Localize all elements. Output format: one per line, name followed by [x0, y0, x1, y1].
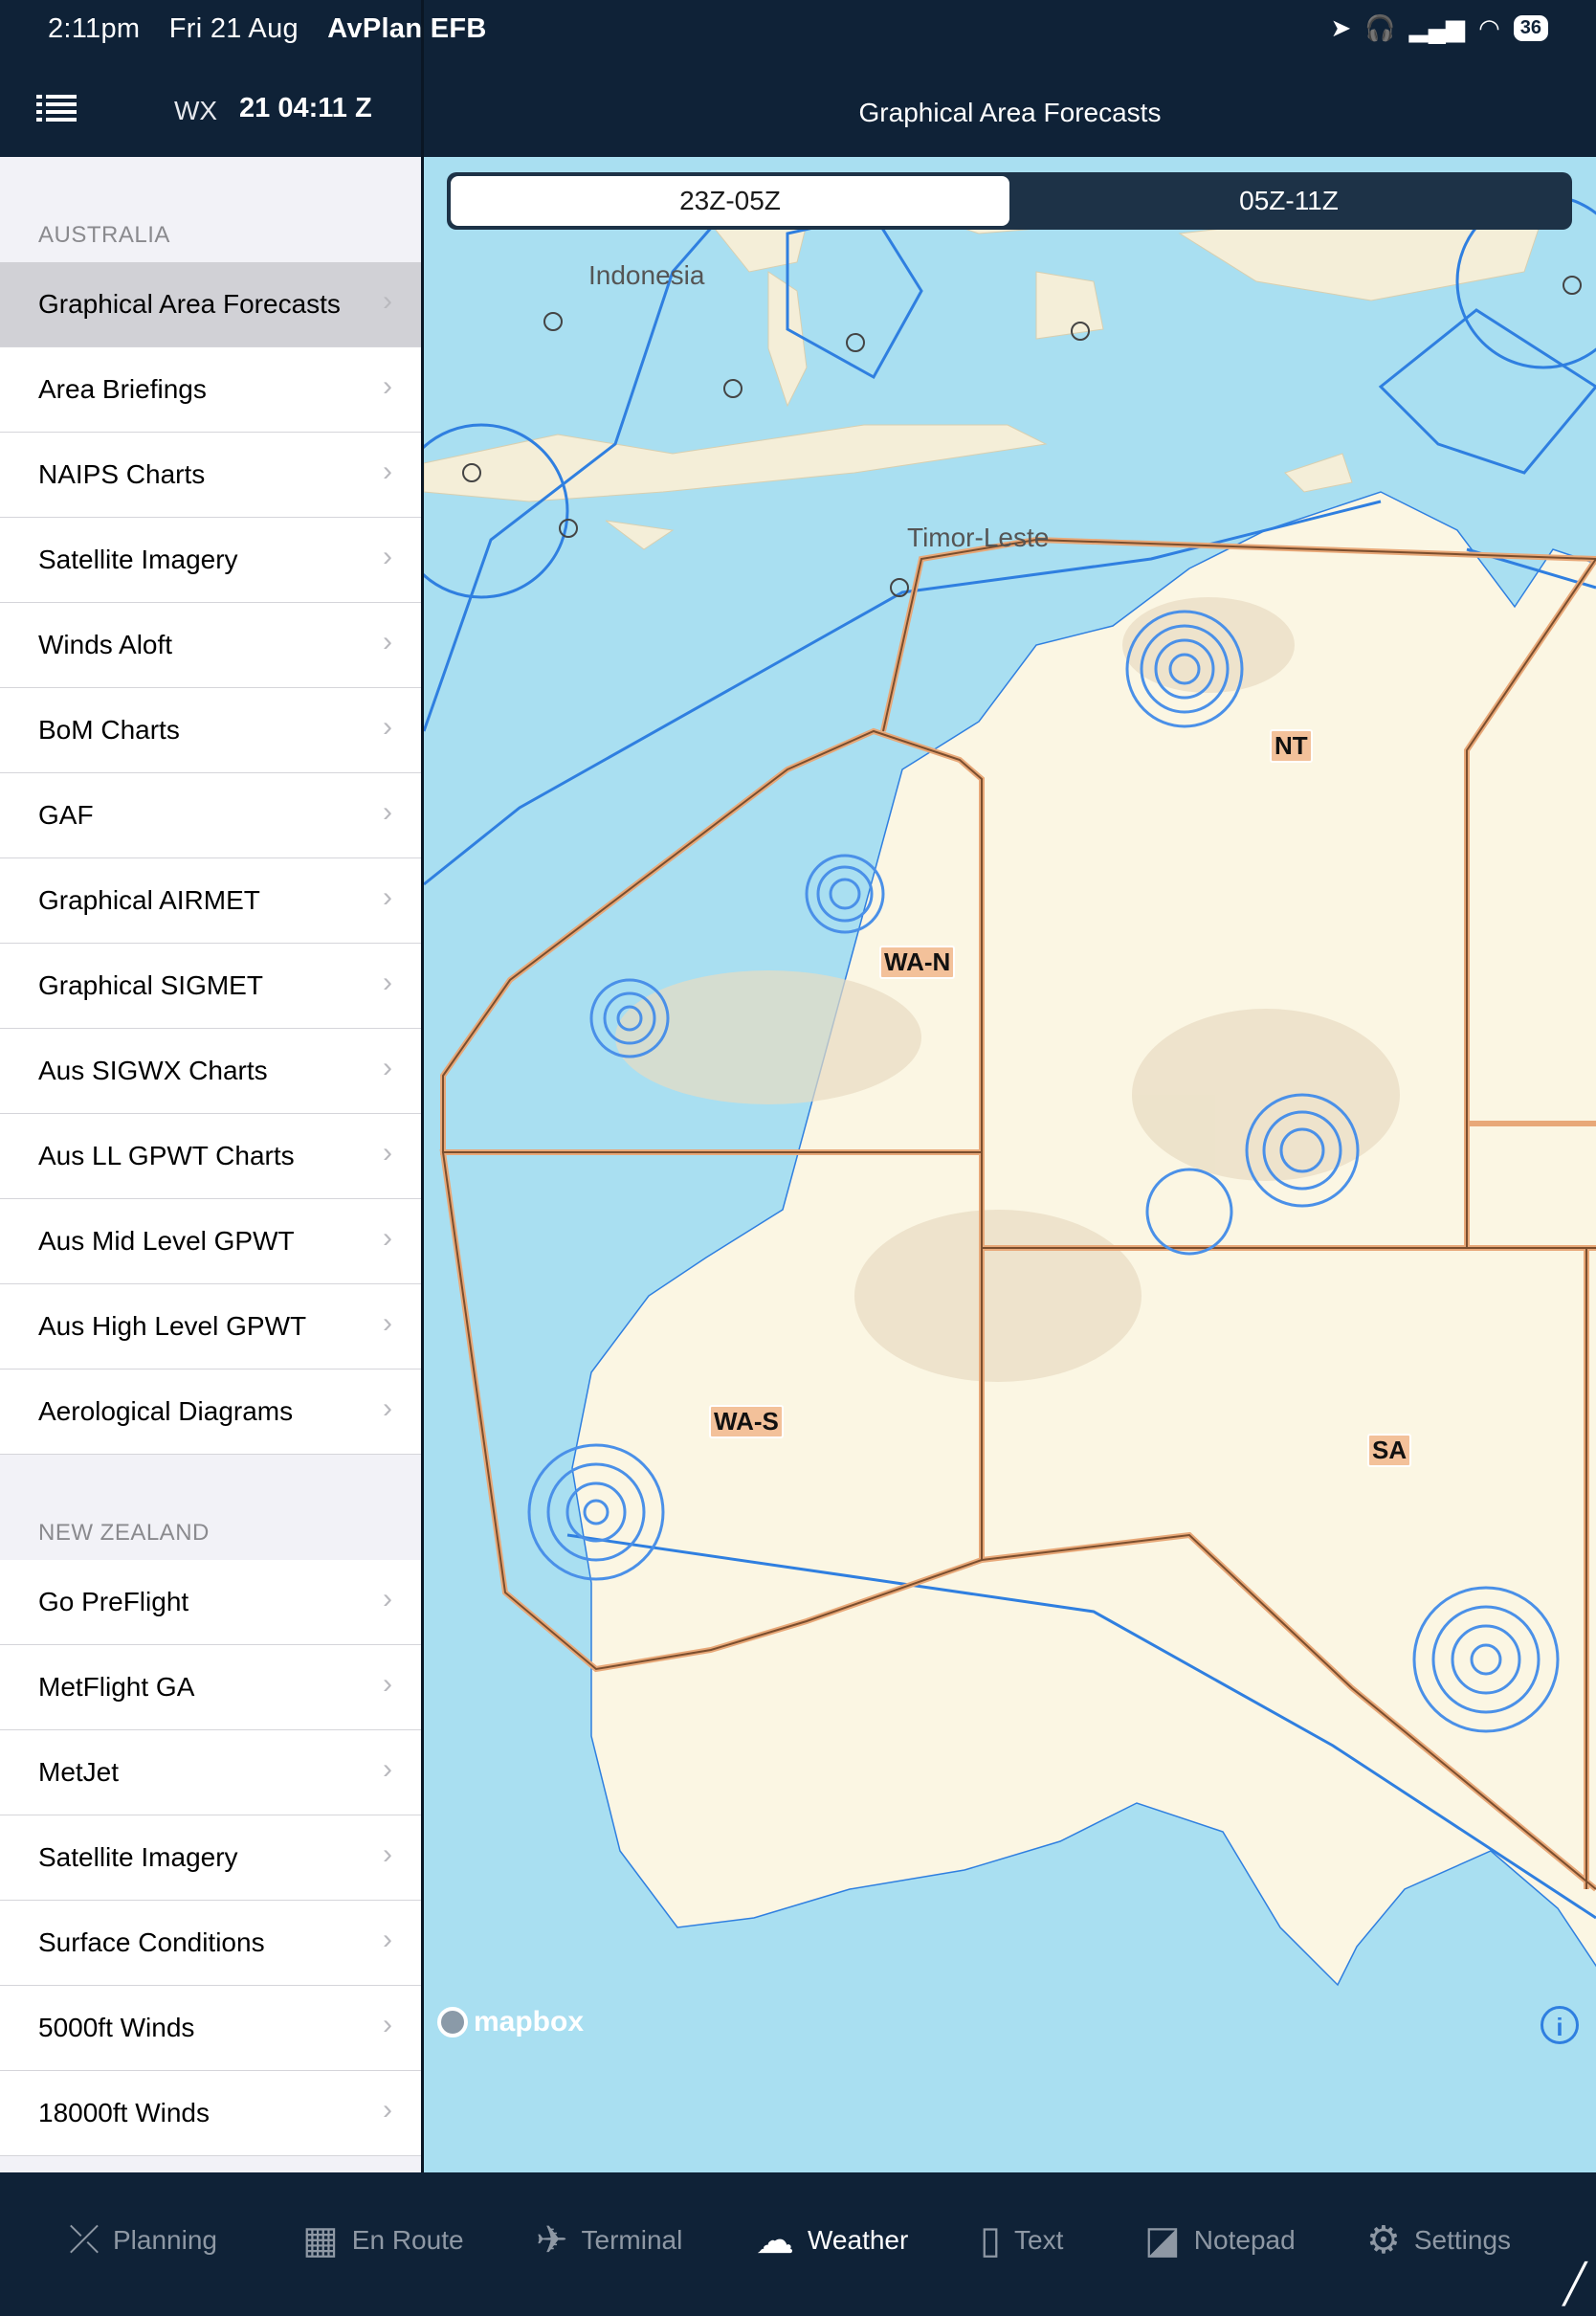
sidebar-item[interactable]: 5000ft Winds › — [0, 1986, 421, 2071]
tab-en-route[interactable]: ▦ En Route — [302, 2218, 464, 2262]
status-time: 2:11pm — [48, 13, 141, 44]
section-header-new-zealand: NEW ZEALAND — [38, 1520, 210, 1546]
mapbox-logo-icon — [437, 2007, 468, 2038]
sidebar-item[interactable]: Go PreFlight › — [0, 1560, 421, 1645]
tab-terminal[interactable]: ✈ Terminal — [536, 2218, 682, 2262]
map-canvas — [424, 185, 1596, 1987]
mapbox-attribution[interactable]: mapbox — [437, 2006, 584, 2038]
status-bar: 2:11pm Fri 21 Aug AvPlan EFB ➤ 🎧 ▂▄▆ ◠ 3… — [0, 0, 1596, 61]
sidebar-item[interactable]: NAIPS Charts › — [0, 433, 421, 518]
tab-settings[interactable]: ⚙ Settings — [1366, 2218, 1511, 2262]
sidebar-item[interactable]: MetFlight GA › — [0, 1645, 421, 1730]
content-header: Graphical Area Forecasts — [424, 61, 1596, 157]
chevron-right-icon: › — [383, 541, 392, 572]
signal-icon: ▂▄▆ — [1408, 13, 1466, 42]
gear-icon: ⚙ — [1366, 2219, 1401, 2261]
tab-weather[interactable]: ☁ Weather — [756, 2218, 908, 2262]
sidebar-item[interactable]: 18000ft Winds › — [0, 2071, 421, 2156]
chevron-right-icon: › — [383, 711, 392, 743]
chevron-right-icon: › — [383, 1052, 392, 1083]
tab-planning[interactable]: ⤫ Planning — [69, 2218, 217, 2261]
page-title: Graphical Area Forecasts — [858, 98, 1162, 127]
battery-icon: 36 — [1513, 15, 1548, 41]
sidebar-header: WX 21 04:11 Z — [0, 61, 421, 157]
chevron-right-icon: › — [383, 370, 392, 402]
chevron-right-icon: › — [383, 796, 392, 828]
sidebar-item[interactable]: Graphical Area Forecasts › — [0, 262, 421, 347]
headphones-icon: 🎧 — [1364, 13, 1396, 42]
wx-label: WX — [174, 96, 218, 125]
chevron-right-icon: › — [383, 1583, 392, 1615]
time-segment-control: 23Z-05Z 05Z-11Z — [447, 172, 1572, 230]
chevron-right-icon: › — [383, 1307, 392, 1339]
place-label: Indonesia — [588, 260, 705, 290]
sidebar-item[interactable]: BoM Charts › — [0, 688, 421, 773]
sidebar-item[interactable]: Satellite Imagery › — [0, 518, 421, 603]
sidebar-item[interactable]: Surface Conditions › — [0, 1901, 421, 1986]
list-icon — [36, 95, 77, 122]
chevron-right-icon: › — [383, 1838, 392, 1870]
sidebar-item[interactable]: Aus Mid Level GPWT › — [0, 1199, 421, 1284]
cloud-lightning-icon: ☁ — [756, 2219, 794, 2261]
sidebar-item[interactable]: Area Briefings › — [0, 347, 421, 433]
sidebar-item[interactable]: Aerological Diagrams › — [0, 1370, 421, 1455]
forecast-map[interactable]: 23Z-05Z 05Z-11Z Indonesia Timor-Leste NT… — [424, 157, 1596, 2172]
region-label-nt[interactable]: NT — [1270, 729, 1313, 763]
sidebar-item[interactable]: Aus LL GPWT Charts › — [0, 1114, 421, 1199]
chevron-right-icon: › — [383, 456, 392, 487]
chevron-right-icon: › — [383, 2009, 392, 2040]
chevron-right-icon: › — [383, 1222, 392, 1254]
sidebar-item[interactable]: Graphical SIGMET › — [0, 944, 421, 1029]
planning-icon: ⤫ — [69, 2218, 100, 2260]
region-label-sa[interactable]: SA — [1367, 1434, 1412, 1467]
chevron-right-icon: › — [383, 1392, 392, 1424]
tab-bar: ⤫ Planning ▦ En Route ✈ Terminal ☁ Weath… — [0, 2172, 1596, 2316]
segment-time-1[interactable]: 23Z-05Z — [451, 176, 1009, 226]
tab-notepad[interactable]: ◪ Notepad — [1144, 2218, 1296, 2262]
chevron-right-icon: › — [383, 881, 392, 913]
sidebar-item[interactable]: Aus SIGWX Charts › — [0, 1029, 421, 1114]
chevron-right-icon: › — [383, 1668, 392, 1700]
pencil-icon[interactable]: ╱ — [1563, 2262, 1586, 2306]
airplane-icon: ✈ — [536, 2219, 568, 2261]
menu-button[interactable] — [36, 93, 78, 125]
region-label-wa-n[interactable]: WA-N — [879, 946, 956, 979]
sidebar-item[interactable]: Satellite Imagery › — [0, 1815, 421, 1901]
sidebar-item[interactable]: Winds Aloft › — [0, 603, 421, 688]
chevron-right-icon: › — [383, 2094, 392, 2126]
map-icon: ▦ — [302, 2219, 339, 2261]
wx-time: 21 04:11 Z — [239, 93, 372, 123]
chevron-right-icon: › — [383, 1137, 392, 1169]
sidebar-item[interactable]: GAF › — [0, 773, 421, 858]
location-icon: ➤ — [1330, 13, 1352, 42]
info-button[interactable]: i — [1541, 2006, 1579, 2044]
split-divider — [421, 0, 424, 2172]
chevron-right-icon: › — [383, 626, 392, 657]
sidebar-item[interactable]: Graphical AIRMET › — [0, 858, 421, 944]
chevron-right-icon: › — [383, 1924, 392, 1955]
document-icon: ▯ — [980, 2219, 1002, 2261]
tab-text[interactable]: ▯ Text — [980, 2218, 1063, 2262]
status-date: Fri 21 Aug — [168, 13, 299, 44]
sidebar-item[interactable]: MetJet › — [0, 1730, 421, 1815]
sidebar: AUSTRALIA Graphical Area Forecasts › Area… — [0, 157, 421, 2172]
chevron-right-icon: › — [383, 967, 392, 998]
sidebar-item[interactable]: Aus High Level GPWT › — [0, 1284, 421, 1370]
chevron-right-icon: › — [383, 1753, 392, 1785]
wifi-icon: ◠ — [1478, 13, 1500, 42]
notepad-icon: ◪ — [1144, 2219, 1181, 2261]
section-header-australia: AUSTRALIA — [38, 222, 170, 248]
place-label: Timor-Leste — [907, 523, 1050, 552]
region-label-wa-s[interactable]: WA-S — [709, 1405, 784, 1438]
segment-time-2[interactable]: 05Z-11Z — [1009, 176, 1568, 226]
status-app-name: AvPlan EFB — [327, 13, 487, 44]
chevron-right-icon: › — [383, 285, 392, 317]
